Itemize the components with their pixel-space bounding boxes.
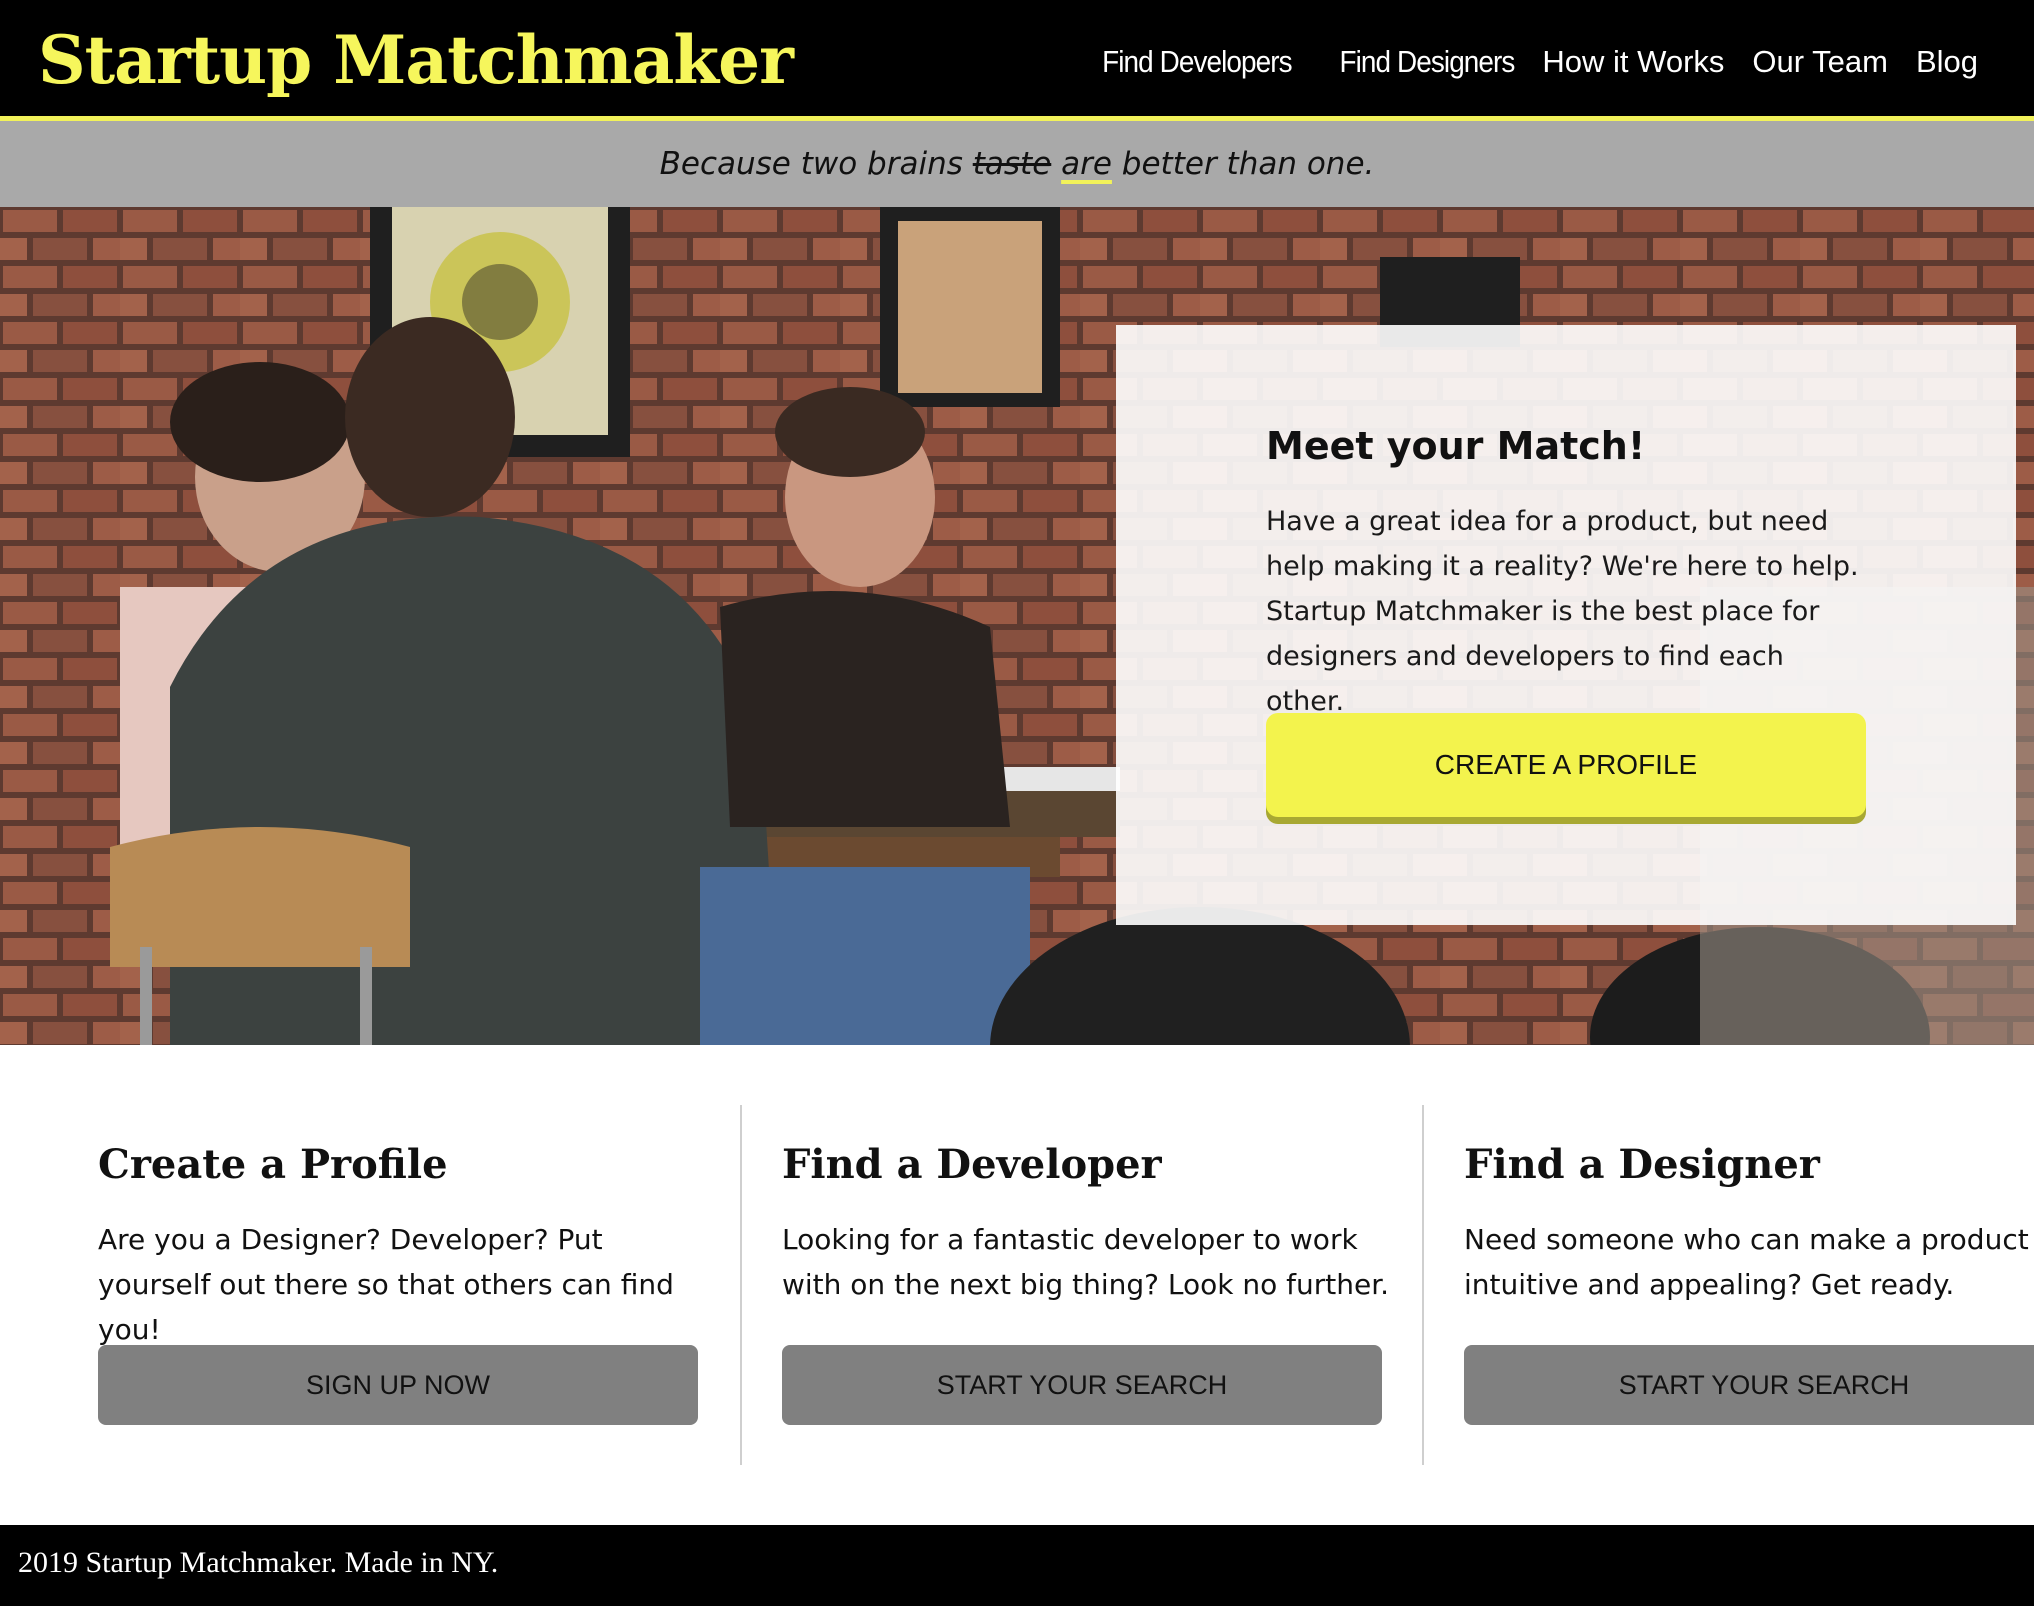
feature-description: Looking for a fantastic developer to wor… [782,1223,1390,1301]
tagline-highlight-word: are [1061,146,1112,182]
site-header: Startup Matchmaker Find Developers Find … [0,0,2034,121]
tagline-struck-word: taste [972,146,1052,182]
feature-create-profile: Create a Profile Are you a Designer? Dev… [58,1105,740,1465]
nav-our-team[interactable]: Our Team [1752,30,1888,94]
tagline-bar: Because two brains taste are better than… [0,121,2034,207]
create-profile-button[interactable]: CREATE A PROFILE [1266,713,1866,817]
feature-title: Create a Profile [98,1141,448,1188]
tagline-start: Because two brains [659,146,973,182]
feature-find-designer: Find a Designer Need someone who can mak… [1422,1105,2034,1465]
sign-up-button[interactable]: SIGN UP NOW [98,1345,698,1425]
site-logo[interactable]: Startup Matchmaker [38,10,794,110]
tagline-end: better than one. [1111,146,1375,182]
feature-title: Find a Developer [782,1141,1162,1188]
feature-title: Find a Designer [1464,1141,1820,1188]
footer-text: 2019 Startup Matchmaker. Made in NY. [18,1546,499,1579]
nav-blog[interactable]: Blog [1916,30,1978,94]
hero-section: Meet your Match! Have a great idea for a… [0,207,2034,1045]
feature-description: Need someone who can make a product intu… [1464,1223,2029,1301]
features-section: Create a Profile Are you a Designer? Dev… [0,1105,2034,1465]
hero-description: Have a great idea for a product, but nee… [1266,506,1859,717]
search-developers-button[interactable]: START YOUR SEARCH [782,1345,1382,1425]
feature-description: Are you a Designer? Developer? Put yours… [98,1223,674,1346]
nav-find-developers[interactable]: Find Developers [1102,30,1293,94]
site-footer: 2019 Startup Matchmaker. Made in NY. [0,1525,2034,1606]
feature-find-developer: Find a Developer Looking for a fantastic… [740,1105,1422,1465]
nav-how-it-works[interactable]: How it Works [1542,30,1724,94]
tagline: Because two brains taste are better than… [0,121,2034,207]
nav-find-designers[interactable]: Find Designers [1339,30,1515,94]
hero-title: Meet your Match! [1266,424,1646,468]
hero-card: Meet your Match! Have a great idea for a… [1116,325,2016,925]
search-designers-button[interactable]: START YOUR SEARCH [1464,1345,2034,1425]
main-nav: Find Developers Find Designers How it Wo… [1053,30,1978,94]
